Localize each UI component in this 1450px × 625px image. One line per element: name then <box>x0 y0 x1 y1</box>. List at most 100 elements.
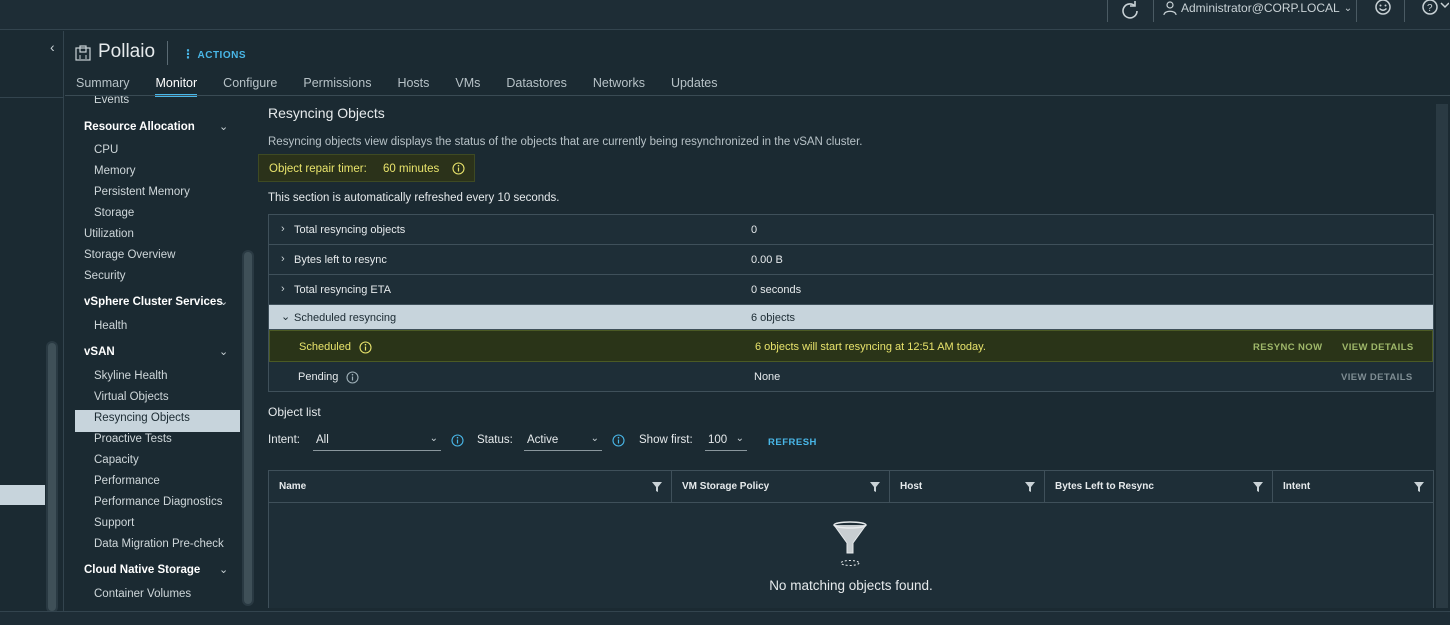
view-details-button[interactable]: VIEW DETAILS <box>1342 342 1414 353</box>
info-icon[interactable] <box>451 434 464 447</box>
show-first-label: Show first: <box>639 434 693 446</box>
divider <box>1107 0 1108 22</box>
resync-now-button[interactable]: RESYNC NOW <box>1253 342 1322 353</box>
selected-inventory-item[interactable] <box>0 485 45 505</box>
summary-row-total-objects[interactable]: › Total resyncing objects 0 <box>269 215 1433 245</box>
chevron-right-icon: › <box>281 223 285 235</box>
smiley-icon[interactable] <box>1374 0 1392 16</box>
info-icon[interactable] <box>612 434 625 447</box>
column-header-intent[interactable]: Intent <box>1273 471 1433 503</box>
tab-datastores[interactable]: Datastores <box>506 76 566 97</box>
summary-row-scheduled-resyncing[interactable]: ⌄ Scheduled resyncing 6 objects <box>269 305 1433 330</box>
nav-item-proactive-tests[interactable]: Proactive Tests <box>94 433 172 445</box>
object-list-title: Object list <box>268 405 321 419</box>
tab-monitor[interactable]: Monitor <box>155 76 198 97</box>
nav-item-performance-diagnostics[interactable]: Performance Diagnostics <box>94 496 222 508</box>
filter-icon[interactable] <box>1253 482 1263 492</box>
status-select[interactable]: Active ⌄ <box>524 432 602 451</box>
nav-group-vsan[interactable]: vSAN <box>84 346 115 358</box>
status-value: Active <box>527 434 559 446</box>
summary-row-eta[interactable]: › Total resyncing ETA 0 seconds <box>269 275 1433 305</box>
help-icon[interactable]: ? <box>1421 0 1449 16</box>
filter-icon[interactable] <box>652 482 662 492</box>
column-header-name[interactable]: Name <box>269 471 672 503</box>
nav-item-resyncing-objects[interactable]: Resyncing Objects <box>94 412 190 424</box>
nav-item-cpu[interactable]: CPU <box>94 144 118 156</box>
timer-value: 60 minutes <box>383 163 440 175</box>
tab-hosts[interactable]: Hosts <box>397 76 429 97</box>
chevron-down-icon[interactable]: ⌄ <box>219 295 228 308</box>
chevron-down-icon: ⌄ <box>281 311 291 323</box>
tab-networks[interactable]: Networks <box>593 76 645 97</box>
row-value: 6 objects will start resyncing at 12:51 … <box>755 341 986 353</box>
svg-text:?: ? <box>1427 3 1433 14</box>
row-value: 0 <box>751 224 758 236</box>
column-title: Bytes Left to Resync <box>1055 481 1154 492</box>
tab-configure[interactable]: Configure <box>223 76 277 97</box>
view-details-button[interactable]: VIEW DETAILS <box>1341 372 1413 383</box>
chevron-down-icon[interactable]: ⌄ <box>219 563 228 576</box>
nav-scrollbar-thumb[interactable] <box>244 252 252 604</box>
nav-item-security[interactable]: Security <box>84 270 126 282</box>
actions-menu[interactable]: ⋮ ACTIONS <box>182 47 246 61</box>
row-label: Total resyncing objects <box>294 224 406 236</box>
tab-vms[interactable]: VMs <box>455 76 480 97</box>
user-icon <box>1163 1 1177 15</box>
object-list-filters: Intent: All ⌄ Status: Active ⌄ Show firs… <box>268 432 1168 454</box>
section-description: Resyncing objects view displays the stat… <box>268 136 863 148</box>
nav-group-vsphere-cluster-services[interactable]: vSphere Cluster Services <box>84 296 223 308</box>
nav-item-storage-overview[interactable]: Storage Overview <box>84 249 175 261</box>
chevron-down-icon[interactable]: ⌄ <box>219 345 228 358</box>
nav-item-storage[interactable]: Storage <box>94 207 134 219</box>
tab-updates[interactable]: Updates <box>671 76 718 97</box>
info-icon[interactable] <box>452 162 465 175</box>
nav-item-capacity[interactable]: Capacity <box>94 454 139 466</box>
nav-group-cloud-native-storage[interactable]: Cloud Native Storage <box>84 564 200 576</box>
column-title: VM Storage Policy <box>682 481 770 492</box>
tab-permissions[interactable]: Permissions <box>303 76 371 97</box>
collapse-pane-icon[interactable]: ‹ <box>50 39 55 55</box>
chevron-down-icon: ⌄ <box>1343 2 1353 14</box>
filter-icon[interactable] <box>1025 482 1035 492</box>
nav-item-events[interactable]: Events <box>94 96 129 106</box>
nav-group-resource-allocation[interactable]: Resource Allocation <box>84 121 195 133</box>
filter-icon[interactable] <box>1414 482 1424 492</box>
info-icon[interactable] <box>359 341 372 354</box>
user-menu[interactable]: Administrator@CORP.LOCAL ⌄ <box>1163 0 1352 16</box>
nav-item-data-migration[interactable]: Data Migration Pre-check <box>94 538 224 550</box>
chevron-down-icon: ⌄ <box>429 433 438 444</box>
monitor-nav: Events Resource Allocation ⌄ CPU Memory … <box>65 96 255 608</box>
nav-item-support[interactable]: Support <box>94 517 134 529</box>
grid-header: Name VM Storage Policy Host Bytes Left t… <box>269 471 1433 503</box>
filter-icon[interactable] <box>870 482 880 492</box>
nav-item-virtual-objects[interactable]: Virtual Objects <box>94 391 169 403</box>
nav-item-utilization[interactable]: Utilization <box>84 228 134 240</box>
object-repair-timer: Object repair timer: 60 minutes <box>258 154 475 182</box>
info-icon[interactable] <box>346 371 359 384</box>
refresh-button[interactable]: REFRESH <box>768 437 817 448</box>
column-header-bytes-left[interactable]: Bytes Left to Resync <box>1045 471 1273 503</box>
nav-item-performance[interactable]: Performance <box>94 475 160 487</box>
inventory-pane: ‹ <box>0 31 64 621</box>
chevron-down-icon: ⌄ <box>590 433 599 444</box>
nav-item-persistent-memory[interactable]: Persistent Memory <box>94 186 190 198</box>
summary-row-bytes-left[interactable]: › Bytes left to resync 0.00 B <box>269 245 1433 275</box>
cluster-icon <box>75 45 91 61</box>
column-header-vm-storage-policy[interactable]: VM Storage Policy <box>672 471 890 503</box>
nav-item-health[interactable]: Health <box>94 320 127 332</box>
nav-item-memory[interactable]: Memory <box>94 165 136 177</box>
nav-item-skyline-health[interactable]: Skyline Health <box>94 370 168 382</box>
chevron-right-icon: › <box>281 253 285 265</box>
nav-item-container-volumes[interactable]: Container Volumes <box>94 588 191 600</box>
refresh-icon[interactable] <box>1120 0 1140 20</box>
inventory-scrollbar-thumb[interactable] <box>48 343 56 611</box>
row-label: Scheduled <box>299 341 351 353</box>
column-header-host[interactable]: Host <box>890 471 1045 503</box>
main-scrollbar[interactable] <box>1436 104 1448 608</box>
tab-summary[interactable]: Summary <box>76 76 129 97</box>
intent-select[interactable]: All ⌄ <box>313 432 441 451</box>
timer-label: Object repair timer: <box>269 163 367 175</box>
chevron-down-icon[interactable]: ⌄ <box>219 120 228 133</box>
divider <box>0 97 64 98</box>
show-first-select[interactable]: 100 ⌄ <box>705 432 747 451</box>
